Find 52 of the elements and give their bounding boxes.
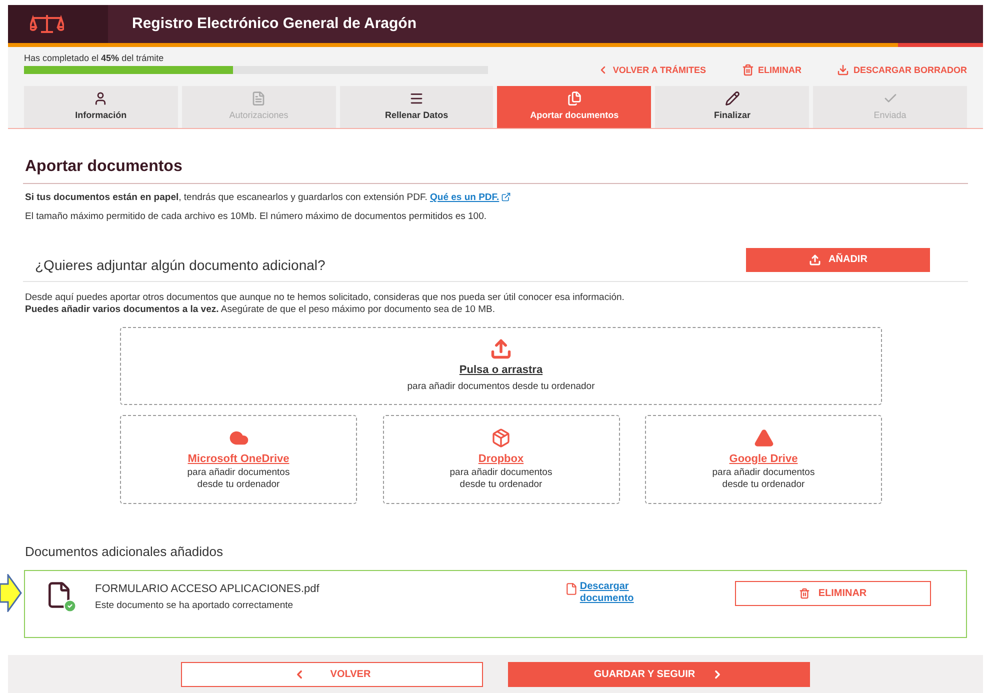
drop-zone-title: Pulsa o arrastra [459,362,543,378]
additional-note: Puedes añadir varios documentos a la vez. Asegúrate de que el peso máximo por documento sea de 10 MB. [25,304,496,316]
source-subtitle: para añadir documentos desde tu ordenador [711,467,816,492]
add-button[interactable]: AÑADIR [746,248,930,272]
file-icon [565,580,578,596]
delete-document-button[interactable]: ELIMINAR [735,580,931,606]
pdf-link[interactable]: Qué es un PDF. [430,192,512,203]
additional-description: Desde aquí puedes aportar otros documentos que aunque no te hemos solicitado, consideras que nos pueda ser útil conocer esa información. [25,292,626,304]
limits-text: El tamaño máximo permitido de cada archivo es 10Mb. El número máximo de documentos permitidos es 100. [25,211,488,223]
file-name: FORMULARIO ACCESO APLICACIONES.pdf [95,582,320,596]
source-subtitle: para añadir documentos desde tu ordenador [448,467,554,492]
upload-icon [808,254,821,266]
box-icon [491,428,511,448]
action-link[interactable]: ELIMINAR [742,64,802,77]
progress-label: Has completado el 45% del trámite [24,52,165,64]
step-tab[interactable]: Rellenar Datos [340,86,494,128]
documents-icon [566,91,582,106]
action-link[interactable]: VOLVER A TRÁMITES [596,64,706,77]
external-link-icon [501,192,512,202]
section-title: Aportar documentos [25,157,184,177]
step-tab[interactable]: Información [24,86,178,128]
drop-zone-subtitle: para añadir documentos desde tu ordenador [407,380,595,394]
form-icon [251,91,266,106]
cloud-source-card[interactable]: Dropbox para añadir documentos desde tu ordenador [382,415,620,504]
source-title: Dropbox [478,452,524,467]
source-title: Google Drive [729,452,798,467]
cloud-source-card[interactable]: Microsoft OneDrive para añadir documentos desde tu ordenador [120,415,357,504]
trash-icon [742,64,754,76]
file-status: Este documento se ha aportado correctamente [95,599,294,613]
trash-icon [799,588,810,598]
added-documents-heading: Documentos adicionales añadidos [25,543,224,561]
upload-icon [490,338,512,360]
source-title: Microsoft OneDrive [188,452,290,467]
download-icon [837,64,850,76]
step-tab[interactable]: Aportar documentos [497,86,652,128]
source-subtitle: para añadir documentos desde tu ordenador [186,467,291,492]
user-icon [93,91,108,106]
step-tab[interactable]: Finalizar [655,86,810,128]
app-title: Registro Electrónico General de Aragón [132,14,417,34]
cloud-source-card[interactable]: Google Drive para añadir documentos desde tu ordenador [645,415,882,504]
menu-icon [409,91,424,106]
back-button[interactable]: VOLVER [181,662,483,687]
download-document-link[interactable]: Descargar documento [565,580,665,604]
action-link[interactable]: DESCARGAR BORRADOR [837,64,967,77]
triangle-icon [754,428,774,448]
save-continue-button[interactable]: GUARDAR Y SEGUIR [508,662,810,687]
scales-icon [30,14,64,34]
pointer-arrow-icon [0,574,22,612]
intro-text: Si tus documentos están en papel, tendrás que escanearlos y guardarlos con extensión PDF. Qué es un PDF. [25,192,966,204]
pencil-icon [724,91,740,106]
question-heading: ¿Quieres adjuntar algún documento adicional? [35,256,326,275]
drop-zone[interactable]: Pulsa o arrastra para añadir documentos desde tu ordenador [120,327,882,405]
